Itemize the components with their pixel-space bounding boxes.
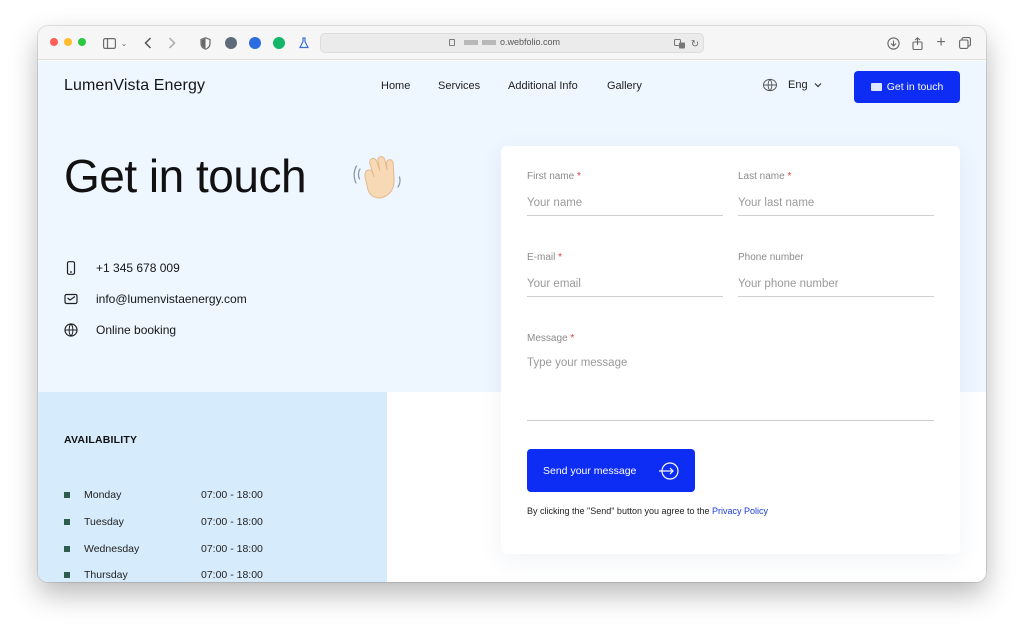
bullet-icon	[64, 519, 70, 525]
first-name-field[interactable]	[527, 190, 723, 216]
chevron-down-icon[interactable]: ⌄	[120, 34, 128, 52]
url-text: o.webfolio.com	[499, 37, 561, 47]
last-name-field[interactable]	[738, 190, 934, 216]
day-hours: 07:00 - 18:00	[201, 516, 263, 528]
phone-icon	[66, 261, 76, 275]
browser-window: ⌄ o.webfolio.com ↻ + LumenVista Energy H…	[38, 26, 986, 582]
nav-home[interactable]: Home	[381, 80, 410, 92]
availability-row: Thursday 07:00 - 18:00	[64, 569, 304, 582]
share-icon[interactable]	[910, 34, 924, 52]
get-in-touch-button[interactable]: Get in touch	[854, 71, 960, 103]
page-title: Get in touch	[64, 150, 307, 202]
bullet-icon	[64, 492, 70, 498]
first-name-label: First name *	[527, 171, 581, 182]
new-tab-icon[interactable]: +	[934, 34, 948, 52]
day-name: Monday	[84, 489, 122, 501]
tabs-overview-icon[interactable]	[958, 34, 972, 52]
contact-booking-text: Online booking	[96, 323, 177, 337]
close-window-button[interactable]	[50, 38, 58, 46]
last-name-label: Last name *	[738, 171, 792, 182]
download-icon[interactable]	[886, 34, 900, 52]
consent-text: By clicking the "Send" button you agree …	[527, 506, 769, 516]
forward-icon[interactable]	[166, 34, 178, 52]
get-in-touch-label: Get in touch	[886, 81, 944, 93]
contact-email[interactable]: info@lumenvistaenergy.com	[64, 292, 247, 306]
language-icon	[763, 78, 777, 92]
availability-row: Wednesday 07:00 - 18:00	[64, 543, 304, 557]
nav-additional-info[interactable]: Additional Info	[508, 80, 578, 92]
contact-phone[interactable]: +1 345 678 009	[64, 261, 180, 275]
nav-services[interactable]: Services	[438, 80, 480, 92]
language-label: Eng	[788, 79, 808, 91]
message-label: Message *	[527, 333, 575, 344]
brand-logo[interactable]: LumenVista Energy	[64, 77, 205, 95]
extension-icon[interactable]	[248, 34, 262, 52]
availability-title: AVAILABILITY	[64, 434, 138, 446]
contact-email-text: info@lumenvistaenergy.com	[96, 292, 247, 306]
day-hours: 07:00 - 18:00	[201, 569, 263, 581]
waving-hand-icon	[353, 156, 401, 199]
sidebar-icon[interactable]	[102, 34, 116, 52]
contact-phone-text: +1 345 678 009	[96, 261, 180, 275]
day-hours: 07:00 - 18:00	[201, 489, 263, 501]
extension-icon[interactable]	[224, 34, 238, 52]
day-name: Tuesday	[84, 516, 124, 528]
webpage: LumenVista Energy Home Services Addition…	[38, 61, 986, 582]
browser-toolbar: ⌄ o.webfolio.com ↻ +	[38, 26, 986, 60]
globe-icon	[64, 323, 78, 337]
email-field[interactable]	[527, 271, 723, 297]
bullet-icon	[64, 572, 70, 578]
day-name: Thursday	[84, 569, 128, 581]
grammar-extension-icon[interactable]	[272, 34, 286, 52]
send-message-button[interactable]: Send your message	[527, 449, 695, 492]
day-name: Wednesday	[84, 543, 140, 555]
email-label: E-mail *	[527, 252, 563, 263]
phone-field[interactable]	[738, 271, 934, 297]
contact-booking[interactable]: Online booking	[64, 323, 176, 337]
address-bar[interactable]: o.webfolio.com ↻	[320, 33, 704, 53]
nav-gallery[interactable]: Gallery	[607, 80, 642, 92]
reload-icon[interactable]: ↻	[689, 35, 701, 53]
contact-form: First name * Last name * E-mail * Phone …	[501, 146, 960, 554]
phone-label: Phone number	[738, 252, 804, 263]
minimize-window-button[interactable]	[64, 38, 72, 46]
chevron-down-icon	[814, 83, 822, 88]
shield-icon[interactable]	[198, 34, 212, 52]
zoom-window-button[interactable]	[78, 38, 86, 46]
arrow-right-circle-icon	[659, 462, 679, 480]
bullet-icon	[64, 546, 70, 552]
send-message-label: Send your message	[543, 464, 637, 477]
availability-row: Monday 07:00 - 18:00	[64, 489, 304, 503]
back-icon[interactable]	[142, 34, 154, 52]
language-selector[interactable]: Eng	[762, 78, 822, 92]
day-hours: 07:00 - 18:00	[201, 543, 263, 555]
availability-row: Tuesday 07:00 - 18:00	[64, 516, 304, 530]
envelope-icon	[870, 83, 882, 91]
flask-icon[interactable]	[298, 34, 310, 52]
privacy-policy-link[interactable]: Privacy Policy	[712, 506, 768, 516]
mail-icon	[64, 293, 78, 305]
window-controls	[50, 38, 86, 46]
message-field[interactable]	[527, 357, 934, 421]
translate-icon[interactable]	[673, 35, 687, 53]
